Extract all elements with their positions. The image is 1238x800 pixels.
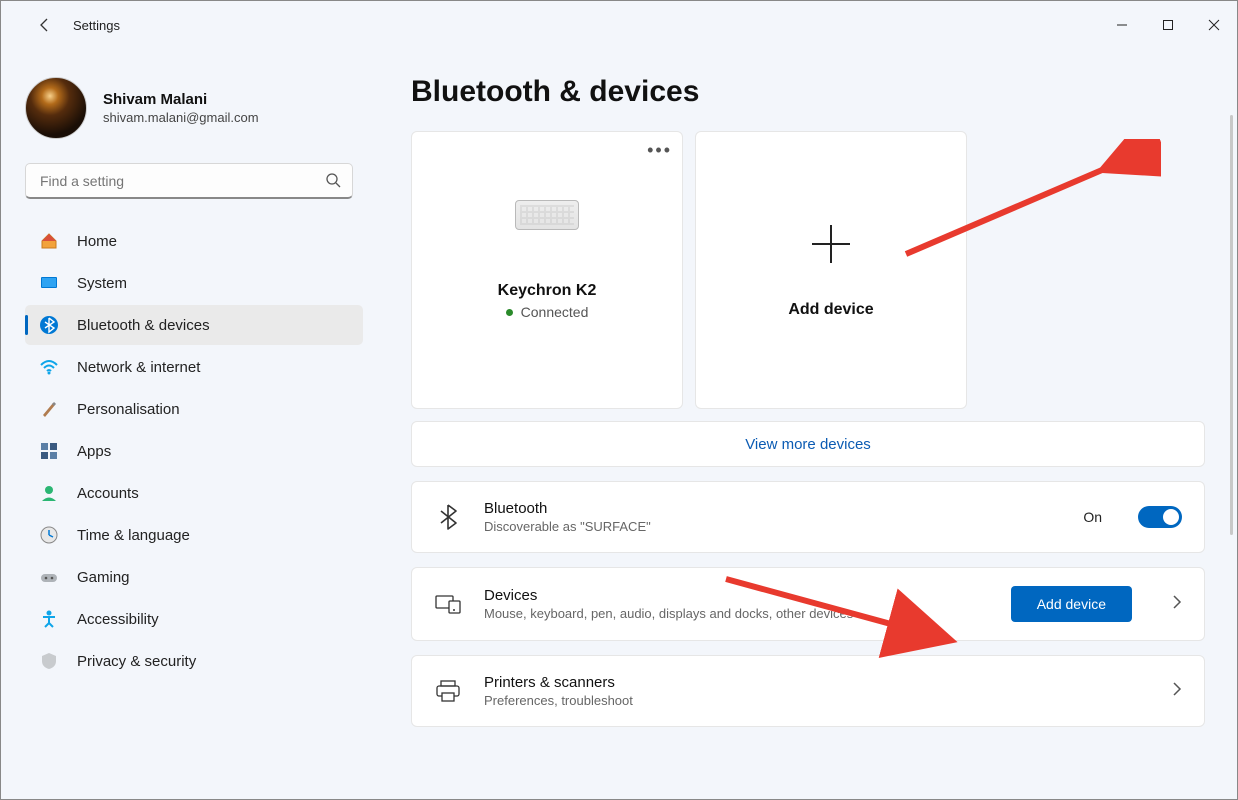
sidebar-item-label: Gaming xyxy=(77,569,130,586)
scrollbar[interactable] xyxy=(1230,115,1233,535)
sidebar-item-accessibility[interactable]: Accessibility xyxy=(25,599,363,639)
wifi-icon xyxy=(39,357,59,377)
toggle-state-label: On xyxy=(1083,509,1102,525)
sidebar-item-label: Bluetooth & devices xyxy=(77,317,210,334)
main-content: Bluetooth & devices ••• Keychron K2 Conn… xyxy=(381,49,1237,799)
chevron-right-icon xyxy=(1172,594,1182,615)
minimize-button[interactable] xyxy=(1099,9,1145,41)
sidebar-item-label: Privacy & security xyxy=(77,653,196,670)
avatar xyxy=(25,77,87,139)
row-title: Bluetooth xyxy=(484,500,1061,517)
sidebar-item-apps[interactable]: Apps xyxy=(25,431,363,471)
sidebar-item-label: Time & language xyxy=(77,527,190,544)
add-device-button[interactable]: Add device xyxy=(1011,586,1132,622)
row-subtitle: Mouse, keyboard, pen, audio, displays an… xyxy=(484,606,989,621)
devices-row[interactable]: Devices Mouse, keyboard, pen, audio, dis… xyxy=(411,567,1205,641)
sidebar-item-label: Apps xyxy=(77,443,111,460)
gamepad-icon xyxy=(39,567,59,587)
apps-icon xyxy=(39,441,59,461)
sidebar-item-accounts[interactable]: Accounts xyxy=(25,473,363,513)
sidebar-item-home[interactable]: Home xyxy=(25,221,363,261)
add-device-label: Add device xyxy=(788,301,873,319)
accessibility-icon xyxy=(39,609,59,629)
plus-icon xyxy=(808,221,854,275)
status-dot-icon xyxy=(506,309,513,316)
home-icon xyxy=(39,231,59,251)
sidebar-item-label: Network & internet xyxy=(77,359,200,376)
chevron-right-icon xyxy=(1172,681,1182,702)
view-more-devices-link[interactable]: View more devices xyxy=(411,421,1205,467)
row-title: Devices xyxy=(484,587,989,604)
sidebar-item-bluetooth[interactable]: Bluetooth & devices xyxy=(25,305,363,345)
add-device-card[interactable]: Add device xyxy=(695,131,967,409)
shield-icon xyxy=(39,651,59,671)
profile-email: shivam.malani@gmail.com xyxy=(103,110,259,125)
close-button[interactable] xyxy=(1191,9,1237,41)
bluetooth-glyph-icon xyxy=(434,503,462,531)
clock-icon xyxy=(39,525,59,545)
sidebar-item-time[interactable]: Time & language xyxy=(25,515,363,555)
search-icon xyxy=(325,172,341,193)
row-subtitle: Preferences, troubleshoot xyxy=(484,693,1132,708)
device-card[interactable]: ••• Keychron K2 Connected xyxy=(411,131,683,409)
page-title: Bluetooth & devices xyxy=(411,75,1205,109)
sidebar-item-system[interactable]: System xyxy=(25,263,363,303)
row-title: Printers & scanners xyxy=(484,674,1132,691)
brush-icon xyxy=(39,399,59,419)
sidebar-item-label: Accounts xyxy=(77,485,139,502)
bluetooth-toggle[interactable] xyxy=(1138,506,1182,528)
printer-icon xyxy=(434,680,462,702)
system-icon xyxy=(39,273,59,293)
sidebar-item-label: Personalisation xyxy=(77,401,180,418)
more-icon[interactable]: ••• xyxy=(647,140,672,161)
back-button[interactable] xyxy=(29,17,61,33)
keyboard-icon xyxy=(515,200,579,230)
bluetooth-icon xyxy=(39,315,59,335)
device-status: Connected xyxy=(506,304,589,320)
search-input[interactable] xyxy=(25,163,353,199)
titlebar: Settings xyxy=(1,1,1237,49)
sidebar: Shivam Malani shivam.malani@gmail.com Ho… xyxy=(1,49,381,799)
profile-name: Shivam Malani xyxy=(103,91,259,108)
sidebar-item-gaming[interactable]: Gaming xyxy=(25,557,363,597)
devices-icon xyxy=(434,593,462,615)
sidebar-item-label: Home xyxy=(77,233,117,250)
person-icon xyxy=(39,483,59,503)
maximize-button[interactable] xyxy=(1145,9,1191,41)
profile-block[interactable]: Shivam Malani shivam.malani@gmail.com xyxy=(25,77,363,139)
sidebar-item-privacy[interactable]: Privacy & security xyxy=(25,641,363,681)
sidebar-item-label: Accessibility xyxy=(77,611,159,628)
row-subtitle: Discoverable as "SURFACE" xyxy=(484,519,1061,534)
printers-row[interactable]: Printers & scanners Preferences, trouble… xyxy=(411,655,1205,727)
sidebar-item-personalisation[interactable]: Personalisation xyxy=(25,389,363,429)
sidebar-item-label: System xyxy=(77,275,127,292)
window-title: Settings xyxy=(73,18,120,33)
bluetooth-row: Bluetooth Discoverable as "SURFACE" On xyxy=(411,481,1205,553)
sidebar-item-network[interactable]: Network & internet xyxy=(25,347,363,387)
device-name: Keychron K2 xyxy=(498,282,597,300)
